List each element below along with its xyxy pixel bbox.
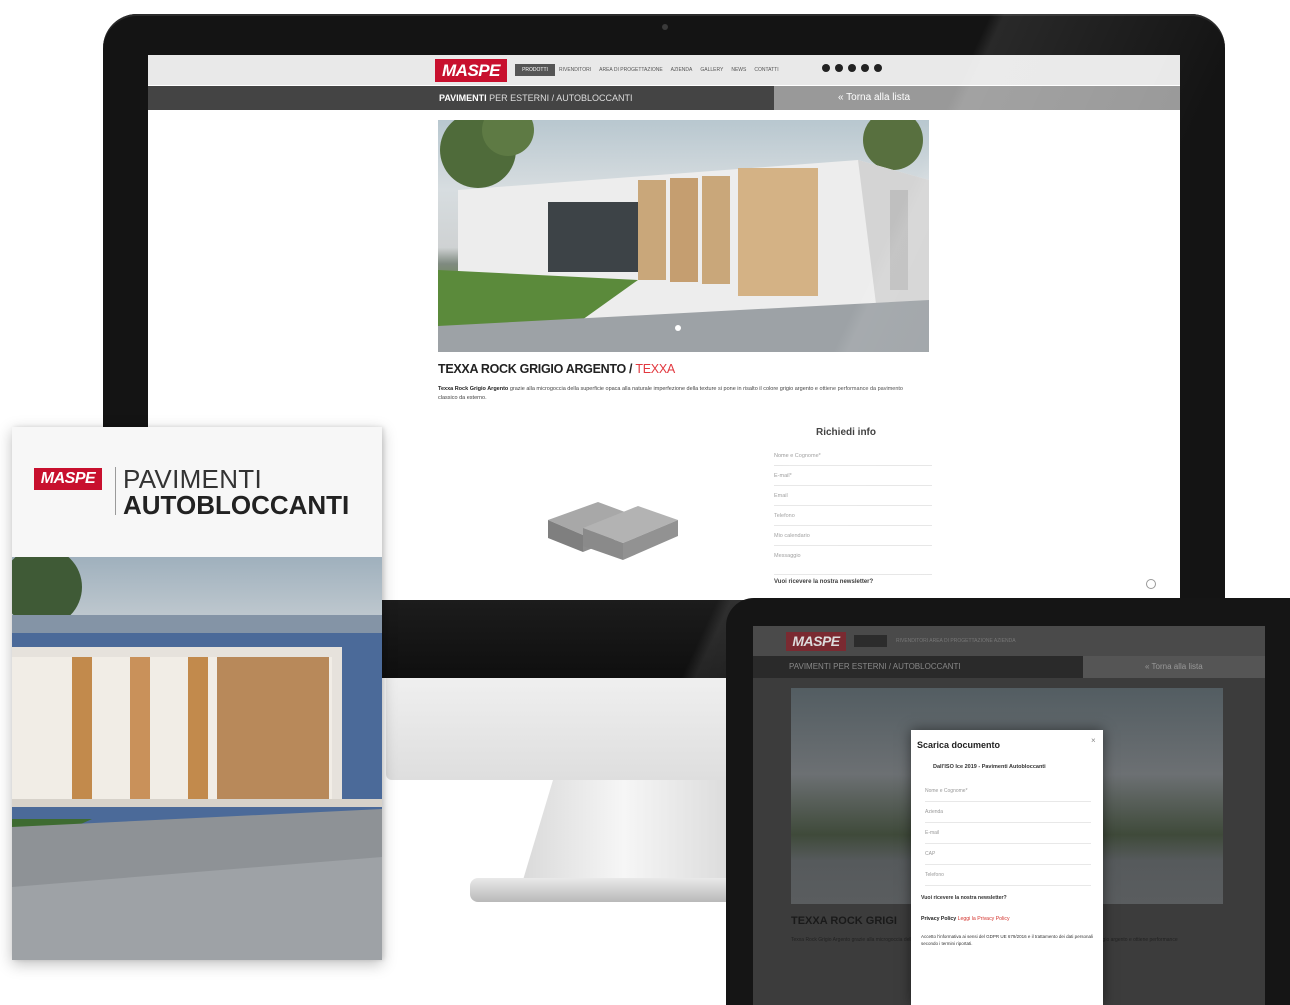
calendar-field[interactable]: Mio calendario [774, 528, 932, 546]
nav-item[interactable]: CONTATTI [754, 64, 778, 76]
camera-icon [662, 24, 668, 30]
email-field[interactable]: E-mail* [774, 468, 932, 486]
nav-item-prodotti[interactable]: PRODOTTI [515, 64, 555, 76]
phone-field[interactable]: Telefono [774, 508, 932, 526]
breadcrumb: PAVIMENTI PER ESTERNI / AUTOBLOCCANTI [439, 86, 633, 110]
nav-item[interactable]: RIVENDITORI [559, 64, 591, 76]
info-form-title: Richiedi info [816, 427, 876, 438]
newsletter-toggle[interactable] [1146, 579, 1156, 589]
modal-consent-text[interactable]: Accetto l'informativa ai sensi del GDPR … [921, 933, 1093, 947]
tablet-brand-logo[interactable]: MASPE [786, 632, 846, 651]
hero-image [438, 120, 929, 352]
tablet-breadcrumb: PAVIMENTI PER ESTERNI / AUTOBLOCCANTI [789, 656, 961, 678]
tablet-nav-item[interactable]: RIVENDITORI [896, 638, 928, 644]
brochure-title-line1: PAVIMENTI [123, 464, 262, 494]
instagram-icon[interactable] [874, 64, 882, 72]
close-icon[interactable]: × [1091, 736, 1096, 745]
pinterest-icon[interactable] [861, 64, 869, 72]
tablet-breadcrumb-rest[interactable]: PER ESTERNI / AUTOBLOCCANTI [831, 662, 960, 671]
house-illustration [438, 120, 929, 352]
modal-title: Scarica documento [917, 740, 1001, 750]
newsletter-label: Vuoi ricevere la nostra newsletter? [774, 579, 874, 585]
nav-item[interactable]: GALLERY [700, 64, 723, 76]
modal-privacy: Privacy Policy Leggi la Privacy Policy [921, 916, 1010, 922]
brochure-logo: MASPE [34, 468, 102, 490]
social-icons [822, 64, 882, 72]
tablet-back-link[interactable]: « Torna alla lista [1145, 656, 1203, 678]
brochure-photo [12, 547, 382, 960]
paver-product-image [548, 502, 678, 560]
nav-item[interactable]: AREA DI PROGETTAZIONE [599, 64, 663, 76]
modal-phone-field[interactable]: Telefono [925, 866, 1091, 886]
youtube-icon[interactable] [848, 64, 856, 72]
breadcrumb-strong[interactable]: PAVIMENTI [439, 93, 487, 103]
modal-name-field[interactable]: Nome e Cognome* [925, 782, 1091, 802]
message-field[interactable]: Messaggio [774, 548, 932, 575]
breadcrumb-bar-right [774, 86, 1180, 110]
privacy-policy-link[interactable]: Leggi la Privacy Policy [958, 916, 1010, 922]
product-title: TEXXA ROCK GRIGIO ARGENTO / TEXXA [438, 362, 675, 376]
name-field[interactable]: Nome e Cognome* [774, 448, 932, 466]
tablet-product-title: TEXXA ROCK GRIGI [791, 915, 897, 927]
modal-document-name: Dall'ISO Ice 2019 - Pavimenti Autoblocca… [933, 764, 1046, 770]
product-desc-text: grazie alla microgoccia della superficie… [438, 386, 903, 401]
tablet-nav: RIVENDITORI AREA DI PROGETTAZIONE AZIEND… [896, 635, 1016, 647]
brochure-title-line2: AUTOBLOCCANTI [123, 490, 350, 520]
tablet-breadcrumb-strong[interactable]: PAVIMENTI [789, 662, 831, 671]
download-modal: Scarica documento × Dall'ISO Ice 2019 - … [911, 730, 1103, 1005]
modal-privacy-label: Privacy Policy [921, 916, 957, 922]
brochure-house-illustration [12, 547, 382, 960]
product-title-text: TEXXA ROCK GRIGIO ARGENTO / [438, 362, 636, 376]
facebook-icon[interactable] [835, 64, 843, 72]
nav-item[interactable]: NEWS [731, 64, 746, 76]
main-nav: RIVENDITORI AREA DI PROGETTAZIONE AZIEND… [559, 64, 779, 76]
modal-cap-field[interactable]: CAP [925, 845, 1091, 865]
nav-item[interactable]: AZIENDA [671, 64, 693, 76]
back-to-list-link[interactable]: « Torna alla lista [838, 86, 910, 110]
tablet-screen: MASPE RIVENDITORI AREA DI PROGETTAZIONE … [753, 626, 1265, 1005]
brochure-divider [115, 467, 116, 515]
product-desc-strong: Texxa Rock Grigio Argento [438, 386, 509, 392]
product-description: Texxa Rock Grigio Argento grazie alla mi… [438, 385, 908, 403]
modal-newsletter-label[interactable]: Vuoi ricevere la nostra newsletter? [921, 895, 1007, 901]
search-icon[interactable] [822, 64, 830, 72]
product-title-accent[interactable]: TEXXA [635, 362, 675, 376]
tablet-nav-item[interactable]: AZIENDA [994, 638, 1016, 644]
modal-company-field[interactable]: Azienda [925, 803, 1091, 823]
email-secondary-field[interactable]: Email [774, 488, 932, 506]
brochure-cover: MASPE PAVIMENTI AUTOBLOCCANTI [12, 427, 382, 960]
modal-email-field[interactable]: E-mail [925, 824, 1091, 844]
brand-logo[interactable]: MASPE [435, 59, 507, 82]
breadcrumb-rest[interactable]: PER ESTERNI / AUTOBLOCCANTI [487, 93, 632, 103]
tablet-nav-item[interactable]: AREA DI PROGETTAZIONE [929, 638, 993, 644]
